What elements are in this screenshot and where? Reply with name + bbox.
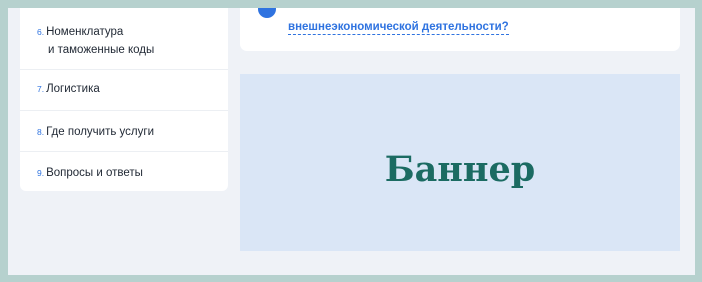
item-number: 8.: [37, 127, 45, 137]
item-number: 6.: [37, 27, 45, 37]
sidebar-item-faq[interactable]: 9. Вопросы и ответы: [20, 152, 228, 191]
sidebar-item-label-line2: и таможенные коды: [48, 44, 155, 56]
circle-icon: [258, 8, 276, 18]
sidebar-item-label: Где получить услуги: [46, 126, 155, 138]
page-frame: 6. Номенклатура и таможенные коды 7. Логис…: [8, 8, 695, 275]
item-number: 9.: [37, 168, 45, 178]
question-link[interactable]: внешнеэкономической деятельности?: [288, 21, 509, 35]
sidebar-item-label: Номенклатура: [46, 26, 124, 38]
banner[interactable]: Баннер: [240, 74, 680, 251]
banner-text: Баннер: [384, 149, 536, 190]
question-card: внешнеэкономической деятельности?: [240, 8, 680, 51]
sidebar-item-nomenclature[interactable]: 6. Номенклатура и таможенные коды: [20, 8, 228, 70]
sidebar-nav: 6. Номенклатура и таможенные коды 7. Логис…: [20, 8, 228, 191]
sidebar-item-services[interactable]: 8. Где получить услуги: [20, 111, 228, 152]
sidebar-item-label: Логистика: [46, 83, 100, 95]
item-number: 7.: [37, 84, 45, 94]
sidebar-item-logistics[interactable]: 7. Логистика: [20, 70, 228, 111]
sidebar-item-label: Вопросы и ответы: [46, 167, 143, 179]
